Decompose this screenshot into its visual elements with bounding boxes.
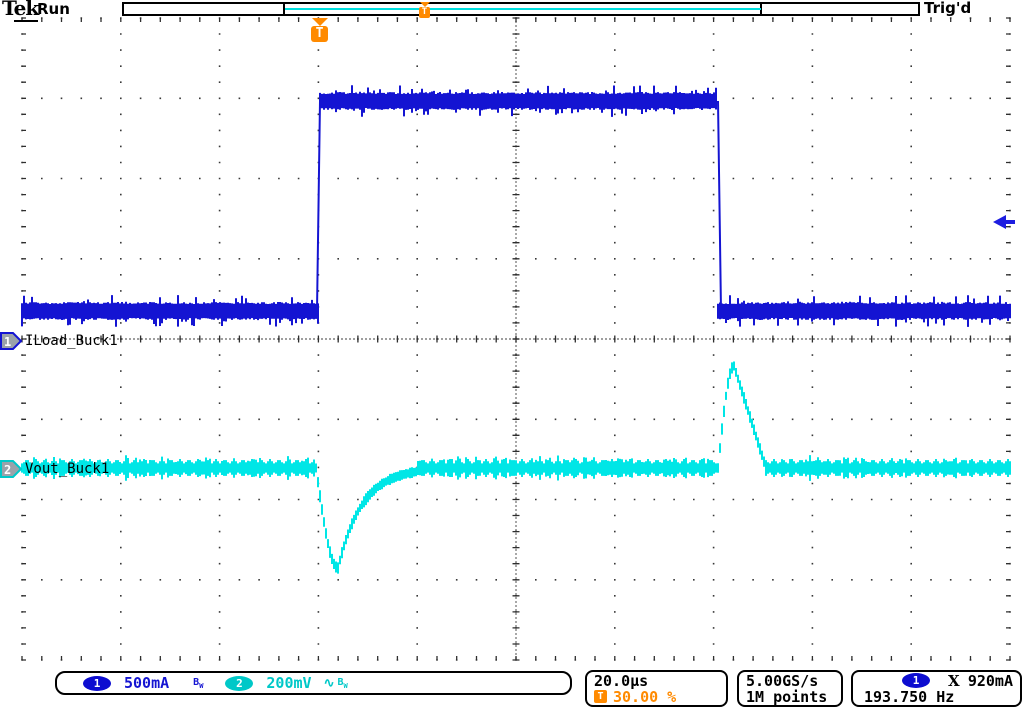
oscilloscope-display — [0, 0, 1024, 713]
channel1-scale: 500mA — [124, 674, 169, 692]
timebase-value: 20.0µs — [594, 673, 719, 689]
acquisition-preview-bar[interactable] — [122, 2, 920, 16]
channel-readout-box[interactable]: 1 500mA BW 2 200mV ∿ BW — [55, 671, 572, 695]
channel1-reference-marker[interactable]: 1 — [0, 331, 23, 351]
channel2-badge[interactable]: 2 — [225, 676, 253, 691]
channel2-number: 2 — [4, 463, 11, 477]
channel2-scale: 200mV — [266, 674, 311, 692]
channel1-number: 1 — [4, 335, 11, 349]
trigger-t-icon: T — [311, 26, 328, 42]
sample-rate: 5.00GS/s — [746, 673, 834, 689]
record-waveform-preview — [285, 8, 761, 10]
acquisition-readout-box[interactable]: 5.00GS/s 1M points — [737, 670, 843, 707]
tek-logo: Tek — [2, 0, 38, 20]
channel1-bandwidth-limit-icon: BW — [193, 677, 203, 690]
channel2-reference-marker[interactable]: 2 — [0, 459, 23, 479]
trigger-triangle-icon — [312, 18, 328, 26]
channel1-badge[interactable]: 1 — [83, 676, 111, 691]
trigger-slope-icon: X — [948, 673, 960, 689]
trigger-level-value: 920mA — [968, 673, 1013, 689]
trigger-source-badge: 1 — [902, 673, 930, 688]
trigger-status: Trig'd — [924, 0, 971, 17]
acquisition-status: Run — [37, 0, 70, 18]
trigger-position-marker[interactable]: T — [311, 18, 329, 42]
trigger-position-percent: 30.00 % — [613, 689, 676, 705]
channel2-label: Vout_Buck1 — [25, 461, 109, 477]
channel2-ac-coupling-icon: ∿ — [324, 676, 335, 691]
record-length: 1M points — [746, 689, 834, 705]
tek-logo-ek: ek — [14, 0, 39, 22]
trigger-frequency: 193.750 Hz — [860, 689, 1013, 705]
trigger-t-icon: T — [594, 690, 607, 703]
channel1-label: ILoad_Buck1 — [25, 333, 118, 349]
trigger-level-arrow-icon[interactable] — [992, 213, 1023, 231]
record-trigger-position-marker[interactable]: T — [419, 2, 430, 18]
channel2-bandwidth-limit-icon: BW — [337, 677, 347, 690]
trigger-readout-box[interactable]: 1 X 920mA 193.750 Hz — [851, 670, 1022, 707]
horizontal-readout-box[interactable]: 20.0µs T 30.00 % — [585, 670, 728, 707]
tek-logo-t: T — [2, 0, 14, 20]
trigger-t-icon: T — [419, 7, 430, 18]
